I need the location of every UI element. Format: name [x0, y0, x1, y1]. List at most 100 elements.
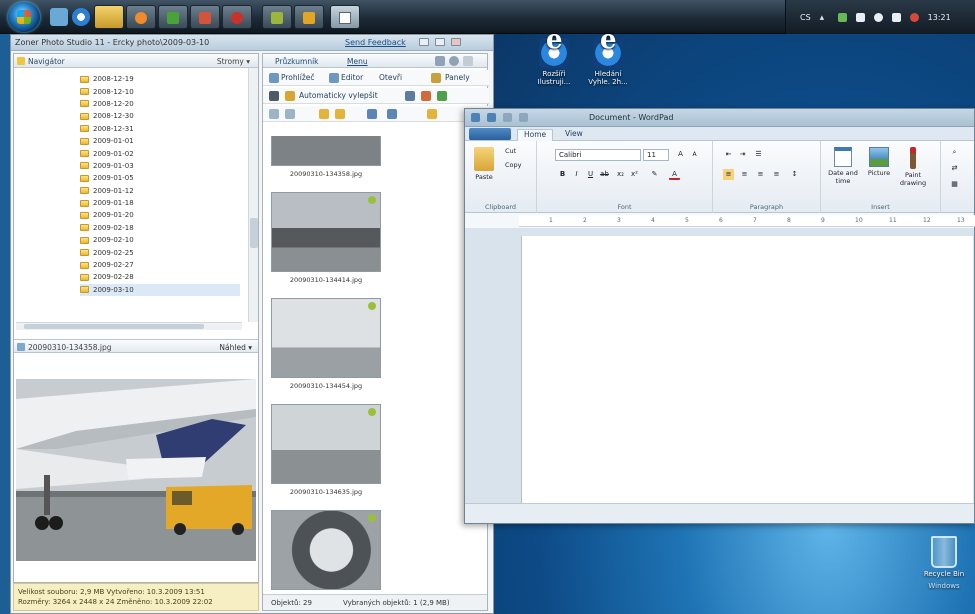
- thumbnail-item[interactable]: 20090310-134635.jpg: [271, 404, 381, 496]
- settings-icon[interactable]: [435, 56, 445, 66]
- increase-indent-icon[interactable]: ⇥: [737, 149, 748, 160]
- folder-item[interactable]: 2009-02-25: [80, 246, 240, 258]
- document-page[interactable]: [521, 236, 973, 503]
- paint-drawing-button[interactable]: Paint drawing: [897, 147, 929, 187]
- align-right-icon[interactable]: ≡: [755, 169, 766, 180]
- language-indicator[interactable]: CS: [800, 13, 811, 22]
- editor-button[interactable]: Editor: [341, 73, 363, 82]
- font-family-select[interactable]: Calibri: [555, 149, 641, 161]
- superscript-icon[interactable]: x²: [629, 169, 640, 180]
- folder-item[interactable]: 2008-12-30: [80, 110, 240, 122]
- taskbar-media-button[interactable]: [126, 5, 156, 29]
- tab-browser[interactable]: Průzkumník: [271, 56, 323, 67]
- subscript-icon[interactable]: x₂: [615, 169, 626, 180]
- chevron-up-icon[interactable]: ▴: [820, 13, 829, 23]
- taskbar-app-button-2[interactable]: [190, 5, 220, 29]
- maximize-button[interactable]: [435, 38, 445, 46]
- taskbar-app-button-1[interactable]: [158, 5, 188, 29]
- font-size-select[interactable]: 11: [643, 149, 669, 161]
- copy-button[interactable]: Copy: [505, 161, 522, 169]
- start-button[interactable]: [8, 2, 40, 32]
- select-all-icon[interactable]: ▦: [949, 179, 960, 190]
- folder-item[interactable]: 2008-12-19: [80, 73, 240, 85]
- grow-font-icon[interactable]: A: [675, 149, 686, 160]
- picture-button[interactable]: Picture: [865, 147, 893, 177]
- view-mode-icon[interactable]: [387, 109, 397, 119]
- open-button[interactable]: Otevři: [379, 73, 402, 82]
- back-icon[interactable]: [269, 109, 279, 119]
- close-icon[interactable]: [463, 56, 473, 66]
- folder-item[interactable]: 2009-02-27: [80, 259, 240, 271]
- show-desktop-icon[interactable]: [50, 8, 68, 26]
- forward-icon[interactable]: [285, 109, 295, 119]
- folder-item[interactable]: 2008-12-31: [80, 123, 240, 135]
- panels-button[interactable]: Panely: [445, 73, 470, 82]
- folder-item[interactable]: 2009-01-01: [80, 135, 240, 147]
- paint-icon[interactable]: [437, 91, 447, 101]
- desktop-icon-recycle-bin[interactable]: Recycle Bin Windows: [916, 536, 972, 590]
- taskbar-photo-studio-button[interactable]: [294, 5, 324, 29]
- tree-vertical-scrollbar[interactable]: [248, 68, 258, 322]
- cut-button[interactable]: Cut: [505, 147, 516, 155]
- folder-item[interactable]: 2009-01-05: [80, 172, 240, 184]
- clock[interactable]: 13:21: [928, 13, 951, 22]
- paste-button[interactable]: Paste: [471, 147, 497, 181]
- info-icon[interactable]: [449, 56, 459, 66]
- align-left-icon[interactable]: ≡: [723, 169, 734, 180]
- taskbar-wordpad-button[interactable]: [330, 5, 360, 29]
- font-color-icon[interactable]: A: [669, 169, 680, 180]
- thumbnail-item[interactable]: 20090310-134454.jpg: [271, 298, 381, 390]
- crop-icon[interactable]: [405, 91, 415, 101]
- folder-item[interactable]: 2009-01-20: [80, 209, 240, 221]
- folder-item-selected[interactable]: 2009-03-10: [80, 283, 240, 297]
- tab-menu[interactable]: Menu: [343, 56, 372, 67]
- color-icon[interactable]: [421, 91, 431, 101]
- thumbnail-item[interactable]: [271, 510, 381, 594]
- redo-icon[interactable]: [519, 113, 528, 122]
- send-feedback-link[interactable]: Send Feedback: [345, 38, 406, 47]
- folder-item[interactable]: 2009-01-12: [80, 185, 240, 197]
- speaker-icon[interactable]: [873, 12, 883, 22]
- decrease-indent-icon[interactable]: ⇤: [723, 149, 734, 160]
- thumbnail-item[interactable]: 20090310-134358.jpg: [271, 136, 381, 178]
- wordpad-menu-button[interactable]: [469, 128, 511, 140]
- tab-home[interactable]: Home: [517, 129, 554, 141]
- taskbar-app-button-3[interactable]: [222, 5, 252, 29]
- taskbar-app-button-4[interactable]: [262, 5, 292, 29]
- filter-icon[interactable]: [427, 109, 437, 119]
- justify-icon[interactable]: ≡: [771, 169, 782, 180]
- find-icon[interactable]: ⌕: [949, 147, 960, 158]
- viewer-button[interactable]: Prohlížeč: [281, 73, 315, 82]
- studio-titlebar[interactable]: Zoner Photo Studio 11 - Ercky photo\2009…: [11, 35, 493, 51]
- taskbar-folder-button[interactable]: [94, 5, 124, 29]
- date-time-button[interactable]: Date and time: [827, 147, 859, 185]
- folder-item[interactable]: 2009-02-28: [80, 271, 240, 283]
- replace-icon[interactable]: ⇄: [949, 163, 960, 174]
- folder-item[interactable]: 2009-02-10: [80, 234, 240, 246]
- desktop-icon-ie-1[interactable]: Rozšíři Ilustruji...: [526, 36, 582, 86]
- align-center-icon[interactable]: ≡: [739, 169, 750, 180]
- tree-horizontal-scrollbar[interactable]: [16, 322, 242, 330]
- thumbnail-item-selected[interactable]: 20090310-134414.jpg: [271, 192, 381, 284]
- folder-item[interactable]: 2008-12-10: [80, 85, 240, 97]
- folder-item[interactable]: 2008-12-20: [80, 98, 240, 110]
- close-button[interactable]: [451, 38, 461, 46]
- strikethrough-icon[interactable]: ab: [599, 169, 610, 180]
- battery-icon[interactable]: [891, 12, 901, 22]
- auto-enhance-button[interactable]: Automaticky vylepšit: [299, 91, 378, 100]
- folder-item[interactable]: 2009-02-18: [80, 222, 240, 234]
- network-icon[interactable]: [837, 12, 847, 22]
- highlight-icon[interactable]: ✎: [649, 169, 660, 180]
- shrink-font-icon[interactable]: A: [689, 149, 700, 160]
- folder-item[interactable]: 2009-01-02: [80, 147, 240, 159]
- scrollbar-thumb[interactable]: [250, 218, 258, 248]
- undo-icon[interactable]: [503, 113, 512, 122]
- navigator-view-dropdown[interactable]: Stromy ▾: [217, 57, 250, 66]
- sort-icon[interactable]: [367, 109, 377, 119]
- minimize-button[interactable]: [419, 38, 429, 46]
- save-icon[interactable]: [487, 113, 496, 122]
- ruler[interactable]: 1 2 3 4 5 6 7 8 9 10 11 12 13: [519, 215, 975, 227]
- flag-icon[interactable]: [855, 12, 865, 22]
- bullet-list-icon[interactable]: ☰: [753, 149, 764, 160]
- desktop-icon-ie-2[interactable]: Hledání Vyhle. 2h...: [580, 36, 636, 86]
